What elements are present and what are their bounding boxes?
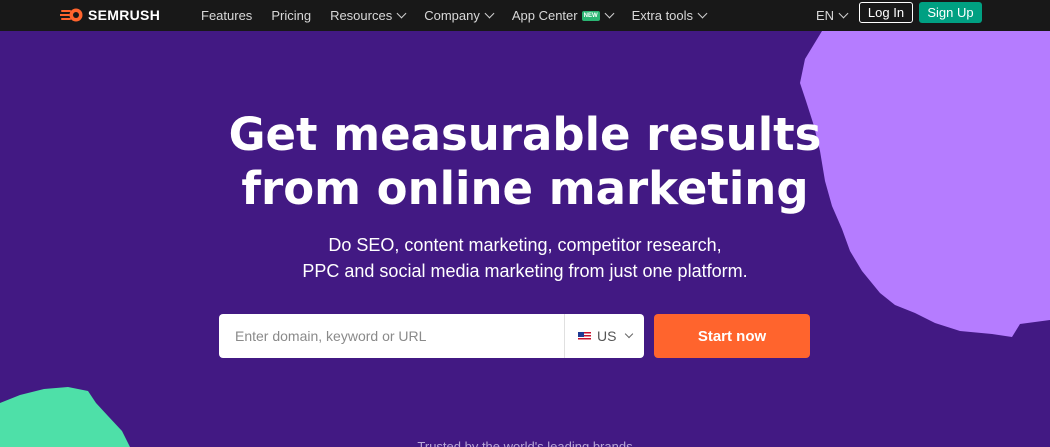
language-label: EN: [816, 8, 835, 23]
nav-item-features[interactable]: Features: [201, 8, 252, 23]
hero-subheadline-line: Do SEO, content marketing, competitor re…: [328, 235, 722, 255]
logo-text: SEMRUSH: [88, 7, 161, 23]
database-select[interactable]: US: [564, 314, 644, 358]
nav-menu: Features Pricing Resources Company App C…: [201, 0, 725, 31]
nav-item-label: Resources: [330, 8, 393, 23]
chevron-down-icon: [396, 8, 407, 19]
login-button[interactable]: Log In: [859, 2, 913, 23]
hero-headline-line: Get measurable results: [228, 108, 822, 161]
nav-item-company[interactable]: Company: [424, 8, 495, 23]
us-flag-icon: [578, 331, 591, 341]
top-nav: SEMRUSH Features Pricing Resources Compa…: [0, 0, 1050, 31]
trusted-by-text: Trusted by the world's leading brands: [417, 439, 633, 447]
domain-search-form: US: [219, 314, 644, 358]
green-blob-shape: [0, 387, 130, 447]
nav-item-resources[interactable]: Resources: [330, 8, 407, 23]
chevron-down-icon: [604, 8, 615, 19]
chevron-down-icon: [838, 8, 849, 19]
nav-item-app-center[interactable]: App Center NEW: [511, 8, 615, 23]
language-selector[interactable]: EN: [816, 0, 849, 31]
semrush-fireball-icon: [60, 8, 83, 22]
nav-item-label: Pricing: [271, 8, 312, 23]
search-input[interactable]: [219, 314, 564, 358]
nav-item-label: Extra tools: [631, 8, 694, 23]
signup-button[interactable]: Sign Up: [919, 2, 982, 23]
chevron-down-icon: [625, 329, 634, 339]
hero-subheadline: Do SEO, content marketing, competitor re…: [0, 232, 1050, 284]
database-label: US: [597, 328, 617, 344]
hero-headline: Get measurable results from online marke…: [0, 108, 1050, 216]
hero-headline-line: from online marketing: [241, 162, 809, 215]
nav-item-extra-tools[interactable]: Extra tools: [631, 8, 708, 23]
chevron-down-icon: [484, 8, 495, 19]
nav-item-pricing[interactable]: Pricing: [271, 8, 311, 23]
hero-subheadline-line: PPC and social media marketing from just…: [302, 261, 748, 281]
nav-item-label: Company: [424, 8, 480, 23]
nav-item-label: App Center: [511, 8, 578, 23]
semrush-logo[interactable]: SEMRUSH: [60, 5, 160, 25]
chevron-down-icon: [697, 8, 708, 19]
new-badge: NEW: [581, 10, 600, 21]
start-now-button[interactable]: Start now: [654, 314, 810, 358]
nav-item-label: Features: [201, 8, 253, 23]
